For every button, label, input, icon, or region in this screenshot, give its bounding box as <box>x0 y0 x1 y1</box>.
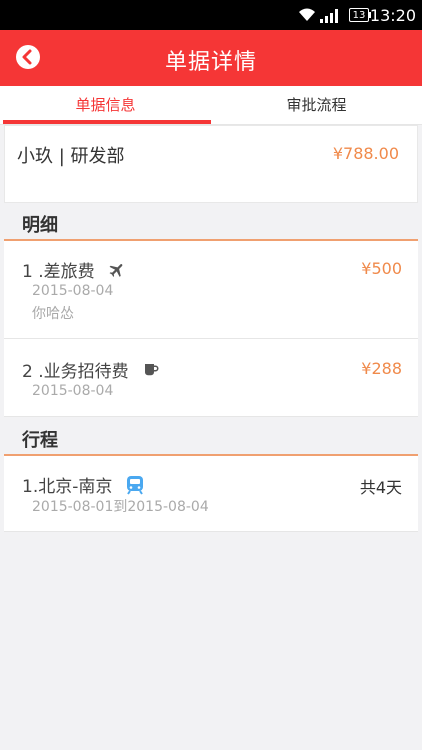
trip-item-route: 1.北京-南京 <box>22 477 113 497</box>
airplane-icon <box>108 261 126 284</box>
detail-item-label: 1 .差旅费 <box>22 262 95 282</box>
battery-icon: 13 <box>349 8 369 22</box>
details-section-header: 明细 <box>0 205 422 239</box>
wifi-icon <box>298 7 316 26</box>
trip-item-days: 共4天 <box>359 478 402 497</box>
detail-item-note: 你哈怂 <box>32 306 74 322</box>
active-tab-indicator <box>3 120 211 124</box>
status-bar: 13 13:20 <box>0 0 422 30</box>
trip-item[interactable]: 1.北京-南京 2015-08-01到2015-08-04 共4天 <box>4 456 418 532</box>
detail-item-title: 1 .差旅费 <box>22 257 126 284</box>
cup-icon <box>142 361 160 384</box>
tab-document-info[interactable]: 单据信息 <box>0 86 211 124</box>
app-header: 单据详情 <box>0 30 422 86</box>
detail-item[interactable]: 1 .差旅费 2015-08-04 你哈怂 ¥500 <box>4 241 418 339</box>
applicant-department: 小玖 | 研发部 <box>17 146 125 167</box>
signal-icon <box>320 8 340 27</box>
total-amount: ¥788.00 <box>332 144 399 163</box>
page-title: 单据详情 <box>164 50 257 75</box>
trip-item-dates: 2015-08-01到2015-08-04 <box>32 499 209 515</box>
detail-item-amount: ¥288 <box>361 359 402 378</box>
details-section-title: 明细 <box>22 215 58 236</box>
detail-item[interactable]: 2 .业务招待费 2015-08-04 ¥288 <box>4 339 418 417</box>
summary-card: 小玖 | 研发部 ¥788.00 <box>4 125 418 203</box>
trip-section-header: 行程 <box>0 420 422 454</box>
status-time: 13:20 <box>369 6 416 25</box>
trip-section-title: 行程 <box>22 430 58 451</box>
tab-approval-flow[interactable]: 审批流程 <box>211 86 422 124</box>
detail-item-title: 2 .业务招待费 <box>22 357 160 384</box>
detail-item-label: 2 .业务招待费 <box>22 362 129 382</box>
detail-item-date: 2015-08-04 <box>32 283 114 299</box>
detail-item-date: 2015-08-04 <box>32 383 114 399</box>
detail-item-amount: ¥500 <box>361 259 402 278</box>
